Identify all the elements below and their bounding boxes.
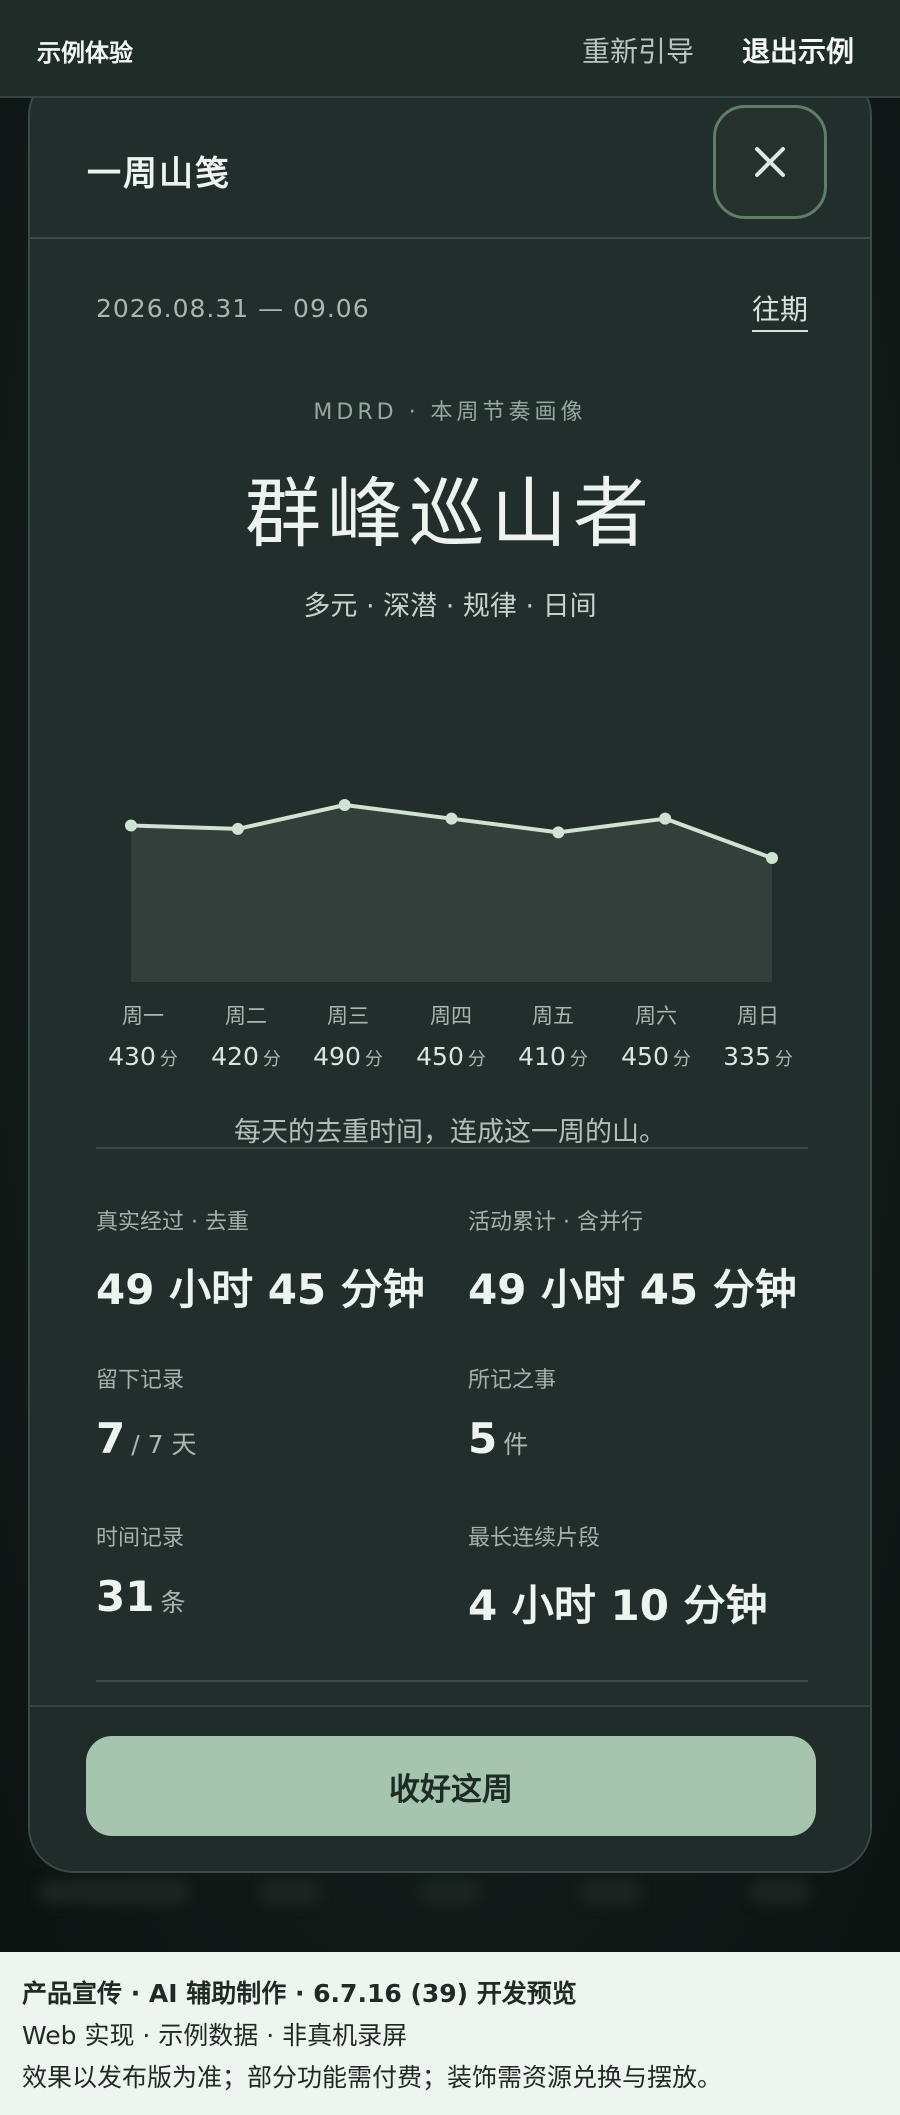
chart-day-label: 周一 — [122, 1004, 164, 1028]
demo-label: 示例体验 — [37, 39, 133, 67]
blurred-background-item — [580, 1880, 640, 1904]
chart-day-value: 420 分 — [211, 1042, 281, 1071]
persona-title: 群峰巡山者 — [245, 469, 655, 558]
chart-day-label: 周六 — [635, 1004, 677, 1028]
chart-day-value: 335 分 — [723, 1042, 793, 1071]
chart-point — [338, 799, 351, 811]
close-icon — [755, 147, 785, 177]
stat-label: 活动累计 · 含并行 — [468, 1210, 643, 1235]
divider — [96, 1147, 808, 1149]
stat-time-records: 时间记录 31 条 — [96, 1520, 456, 1621]
stat-label: 所记之事 — [468, 1368, 557, 1393]
stat-label: 最长连续片段 — [468, 1526, 601, 1551]
stat-label: 留下记录 — [96, 1368, 185, 1393]
chart-day-value: 450 分 — [621, 1042, 691, 1071]
chart-day-label: 周四 — [430, 1004, 472, 1028]
chart-day-values: 430 分 420 分 490 分 450 分 410 分 450 分 335 分 — [30, 1042, 870, 1082]
keep-week-button[interactable]: 收好这周 — [86, 1736, 816, 1836]
stat-things-recorded: 所记之事 5件 — [468, 1362, 828, 1463]
exit-demo-button[interactable]: 退出示例 — [742, 30, 854, 70]
weekly-card: 一周山笺 2026.08.31 — 09.06 往期 MDRD · 本周节奏画像… — [28, 70, 872, 1873]
stat-real-elapsed: 真实经过 · 去重 49 小时 45 分钟 — [96, 1204, 456, 1317]
chart-day-value: 450 分 — [416, 1042, 486, 1071]
disclaimer-banner: 产品宣传 · AI 辅助制作 · 6.7.16 (39) 开发预览 Web 实现… — [0, 1952, 900, 2115]
chart-point — [231, 822, 244, 835]
close-button[interactable] — [713, 105, 827, 219]
disclaimer-line: 效果以发布版为准；部分功能需付费；装饰需资源兑换与摆放。 — [22, 2063, 723, 2092]
chart-day-label: 周日 — [737, 1004, 779, 1028]
chart-day-value: 490 分 — [313, 1042, 383, 1071]
stat-label: 真实经过 · 去重 — [96, 1210, 249, 1235]
stat-days-recorded: 留下记录 7/ 7 天 — [96, 1362, 456, 1463]
blurred-background-item — [40, 1880, 190, 1904]
chart-point — [445, 812, 458, 825]
stat-value: 31 条 — [96, 1572, 186, 1621]
chart-day-value: 410 分 — [518, 1042, 588, 1071]
blurred-background-item — [750, 1880, 810, 1904]
chart-area-fill — [131, 805, 772, 982]
chart-day-value: 430 分 — [108, 1042, 178, 1071]
stat-value: 49 小时 45 分钟 — [96, 1265, 425, 1314]
divider — [96, 1680, 808, 1682]
stat-label: 时间记录 — [96, 1526, 185, 1551]
profile-kicker: MDRD · 本周节奏画像 — [313, 400, 587, 425]
stat-activity-total: 活动累计 · 含并行 49 小时 45 分钟 — [468, 1204, 828, 1317]
disclaimer-line: Web 实现 · 示例数据 · 非真机录屏 — [22, 2021, 408, 2050]
reguide-button[interactable]: 重新引导 — [582, 30, 694, 70]
date-range: 2026.08.31 — 09.06 — [96, 294, 370, 323]
top-bar: 示例体验 重新引导 退出示例 — [0, 0, 900, 98]
chart-day-label: 周二 — [225, 1004, 267, 1028]
persona-traits: 多元 · 深潜 · 规律 · 日间 — [303, 591, 597, 622]
chart-point — [552, 826, 565, 839]
chart-point — [766, 852, 778, 864]
weekly-area-chart — [125, 799, 778, 982]
chart-point — [659, 812, 672, 825]
blurred-background-item — [260, 1880, 320, 1904]
blurred-background-item — [420, 1880, 480, 1904]
stat-value: 4 小时 10 分钟 — [468, 1581, 768, 1630]
stat-value: 7/ 7 天 — [96, 1414, 197, 1463]
disclaimer-line: 产品宣传 · AI 辅助制作 · 6.7.16 (39) 开发预览 — [22, 1979, 577, 2008]
card-title: 一周山笺 — [87, 154, 231, 194]
stat-value: 5件 — [468, 1414, 529, 1463]
chart-day-label: 周五 — [532, 1004, 574, 1028]
chart-caption: 每天的去重时间，连成这一周的山。 — [234, 1117, 666, 1148]
chart-day-labels: 周一 周二 周三 周四 周五 周六 周日 — [30, 1000, 870, 1030]
past-weeks-link[interactable]: 往期 — [752, 288, 809, 332]
chart-day-label: 周三 — [327, 1004, 369, 1028]
chart-point — [125, 819, 137, 832]
stat-value: 49 小时 45 分钟 — [468, 1265, 797, 1314]
stat-longest-streak: 最长连续片段 4 小时 10 分钟 — [468, 1520, 828, 1633]
